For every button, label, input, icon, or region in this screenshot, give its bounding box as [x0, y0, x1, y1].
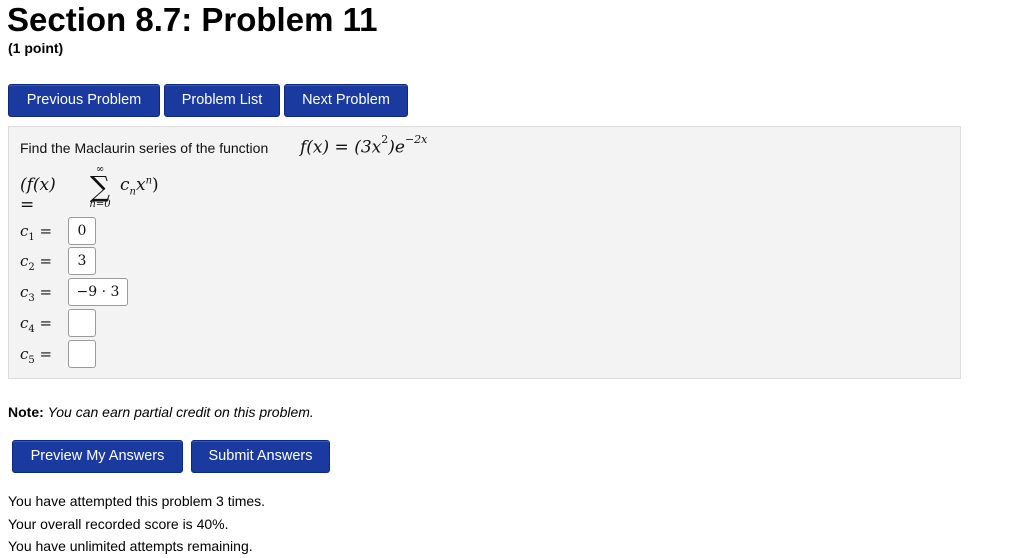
points-label: (1 point): [8, 40, 64, 56]
problem-panel: Find the Maclaurin series of the functio…: [8, 126, 961, 379]
summation-symbol: ∞ ∑ n=0: [89, 164, 111, 211]
attempts-count-text: You have attempted this problem 3 times.: [8, 493, 266, 509]
partial-credit-note: Note: You can earn partial credit on thi…: [8, 404, 314, 420]
answer-input-c1[interactable]: 0: [68, 217, 96, 245]
answer-input-c3[interactable]: −9 · 3: [68, 278, 128, 306]
remaining-attempts-text: You have unlimited attempts remaining.: [8, 538, 253, 554]
recorded-score-text: Your overall recorded score is 40%.: [8, 515, 229, 532]
function-expression: f(x) = (3x2)e−2x: [300, 133, 428, 158]
problem-list-button[interactable]: Problem List: [164, 84, 280, 117]
preview-answers-button[interactable]: Preview My Answers: [12, 440, 183, 473]
problem-prompt: Find the Maclaurin series of the functio…: [20, 140, 269, 156]
page-title: Section 8.7: Problem 11: [7, 1, 378, 38]
previous-problem-button[interactable]: Previous Problem: [8, 84, 160, 117]
submit-answers-button[interactable]: Submit Answers: [191, 440, 330, 473]
answer-input-c2[interactable]: 3: [68, 247, 96, 275]
attempt-status: You have attempted this problem 3 times.…: [8, 490, 265, 558]
answer-input-c5[interactable]: [68, 340, 96, 368]
answer-input-c4[interactable]: [68, 309, 96, 337]
next-problem-button[interactable]: Next Problem: [284, 84, 408, 117]
